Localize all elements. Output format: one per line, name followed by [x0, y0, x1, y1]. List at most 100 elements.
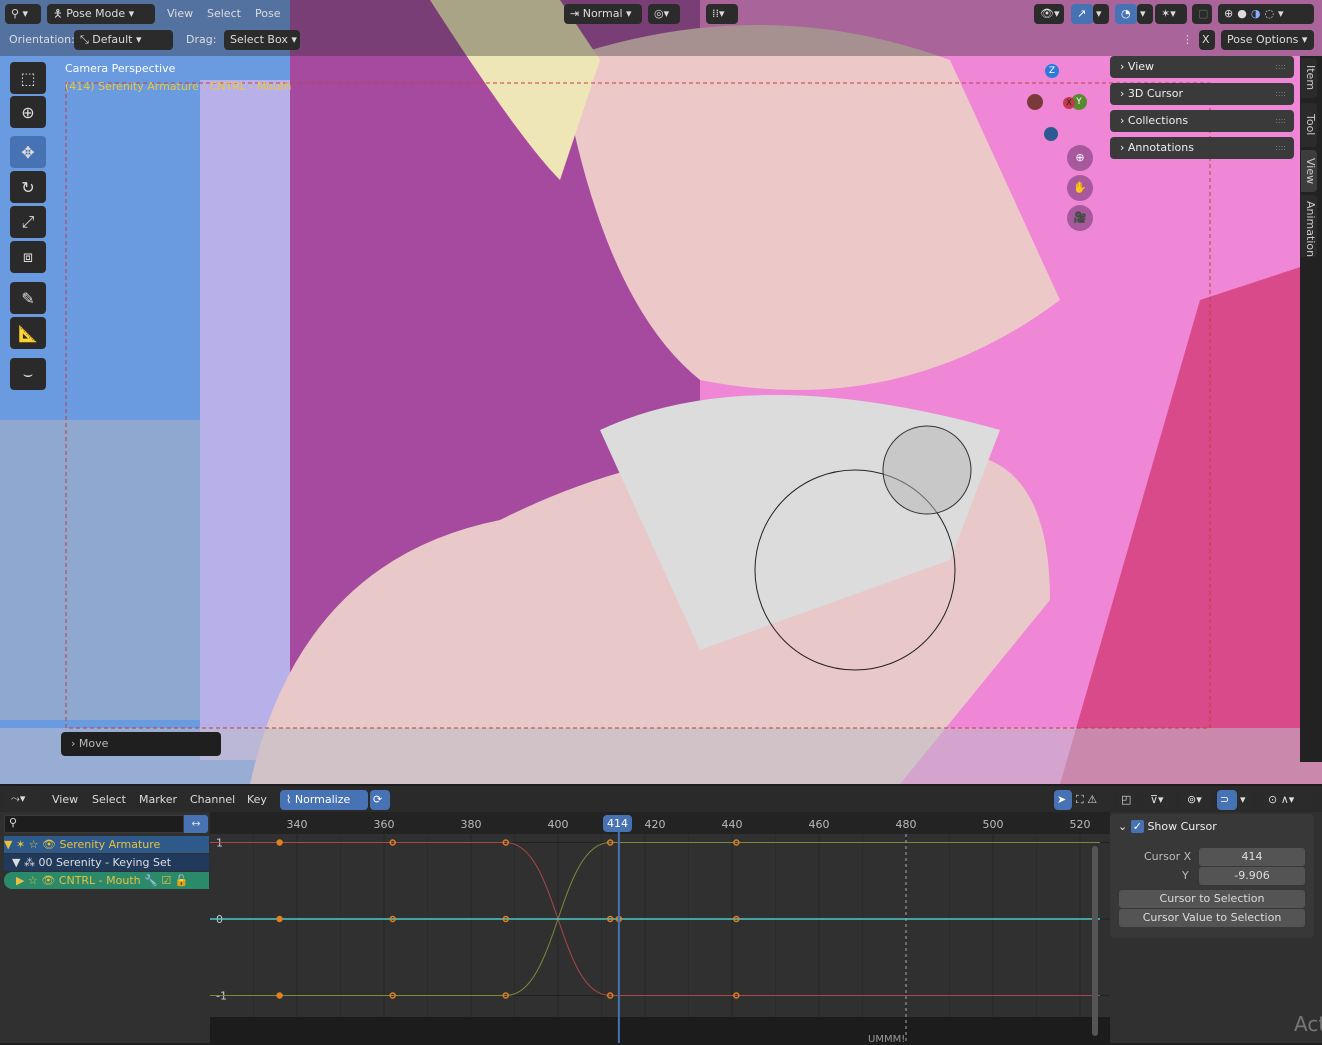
cursor-x-field[interactable]: 414: [1199, 848, 1305, 866]
cursor-x-label: Cursor X: [1144, 850, 1192, 863]
marker-label: UMMM!: [868, 1034, 906, 1045]
cursor-value-to-selection-button[interactable]: Cursor Value to Selection: [1119, 909, 1305, 927]
filter-dropdown[interactable]: ⊽▾: [1144, 790, 1176, 810]
menu-channel[interactable]: Channel: [190, 790, 235, 810]
bone-overlay-dropdown[interactable]: ✶▾: [1155, 4, 1187, 24]
frame-tick: 340: [287, 818, 308, 831]
show-cursor-checkbox[interactable]: ⌄ ✓ Show Cursor: [1118, 820, 1217, 833]
panel-annotations[interactable]: › Annotations::::: [1110, 137, 1294, 159]
editor-type-button[interactable]: ⚲ ▾: [5, 4, 41, 24]
channel-serenity-armature[interactable]: ▼ ✶ ☆ 👁 Serenity Armature: [4, 836, 209, 853]
overlay-dropdown[interactable]: ▾: [1137, 4, 1153, 24]
gizmo-neg-z[interactable]: [1044, 127, 1058, 141]
bone-envelope-icon[interactable]: ⌣: [10, 358, 46, 390]
snap-dropdown[interactable]: ⁞⁞▾: [706, 4, 738, 24]
select-box-icon[interactable]: ⬚: [10, 62, 46, 94]
frame-tick: 500: [983, 818, 1004, 831]
last-operator-panel[interactable]: › Move: [61, 732, 221, 756]
rotate-icon[interactable]: ↻: [10, 171, 46, 203]
wireframe-icon[interactable]: ⊕: [1224, 7, 1237, 20]
channel-search-input[interactable]: ⚲: [4, 815, 184, 833]
current-frame-indicator[interactable]: 414: [603, 815, 632, 832]
pose-options-dropdown[interactable]: Pose Options ▾: [1221, 30, 1314, 50]
keyframe-point: [276, 992, 283, 999]
viewport-subtitle: (414) Serenity Armature : CNTRL - Mouth: [65, 80, 292, 93]
scale-icon[interactable]: ⤢: [10, 206, 46, 238]
channel-cntrl-mouth[interactable]: ▶ ☆ 👁 CNTRL - Mouth 🔧 ☑ 🔓: [4, 872, 209, 889]
visibility-dropdown[interactable]: 👁▾: [1034, 4, 1064, 24]
menu-select[interactable]: Select: [92, 790, 126, 810]
channel-keying-set[interactable]: ▼ ⁂ 00 Serenity - Keying Set: [4, 854, 209, 871]
rendered-icon[interactable]: ◌: [1264, 7, 1278, 20]
search-icon: ⚲: [9, 816, 18, 829]
keyframe-point: [276, 839, 283, 846]
cursor-y-label: Y: [1182, 869, 1189, 882]
only-selected-icon[interactable]: ➤: [1054, 790, 1072, 810]
frame-tick: 360: [374, 818, 395, 831]
gizmo-x-axis[interactable]: X: [1063, 97, 1075, 109]
3d-viewport[interactable]: ⚲ ▾ 🯅 Pose Mode ▾ View Select Pose ⇥ Nor…: [0, 0, 1322, 784]
frame-tick: 400: [548, 818, 569, 831]
pan-hand-icon[interactable]: ✋: [1067, 175, 1093, 201]
normalize-view-icon[interactable]: ◰: [1118, 790, 1138, 810]
menu-marker[interactable]: Marker: [139, 790, 177, 810]
transform-orientation-dropdown[interactable]: ⇥ Normal ▾: [564, 4, 642, 24]
snap-icon[interactable]: ⊃: [1217, 790, 1237, 810]
gizmo-dropdown[interactable]: ▾: [1093, 4, 1109, 24]
solid-icon[interactable]: ●: [1237, 7, 1251, 20]
menu-select[interactable]: Select: [207, 4, 241, 24]
cursor-y-field[interactable]: -9.906: [1199, 867, 1305, 885]
measure-icon[interactable]: 📐: [10, 317, 46, 349]
mode-dropdown[interactable]: 🯅 Pose Mode ▾: [47, 4, 155, 24]
pivot-dropdown[interactable]: ◎▾: [648, 4, 680, 24]
frame-tick: 420: [645, 818, 666, 831]
orientation-label: Orientation:: [9, 33, 75, 46]
menu-view[interactable]: View: [167, 4, 193, 24]
transform-icon[interactable]: ⧈: [10, 241, 46, 273]
camera-icon[interactable]: 🎥: [1067, 205, 1093, 231]
tab-animation[interactable]: Animation: [1301, 195, 1317, 257]
vertical-scrollbar[interactable]: [1092, 846, 1098, 1036]
move-icon[interactable]: ✥: [10, 136, 46, 168]
gizmo-z-axis[interactable]: Z: [1045, 64, 1059, 78]
mirror-icon[interactable]: ⋮: [1176, 30, 1198, 50]
drag-dropdown[interactable]: Select Box ▾: [224, 30, 300, 50]
pivot-dropdown[interactable]: ⊚▾: [1181, 790, 1213, 810]
swap-filter-icon[interactable]: ↔: [184, 815, 208, 833]
menu-pose[interactable]: Pose: [255, 4, 280, 24]
panel-collections[interactable]: › Collections::::: [1110, 110, 1294, 132]
material-icon[interactable]: ◑: [1251, 7, 1265, 20]
keyframe-point: [276, 915, 283, 923]
frame-tick: 480: [896, 818, 917, 831]
tab-view[interactable]: View: [1301, 150, 1317, 192]
editor-type-button[interactable]: ⤳▾: [5, 789, 41, 809]
frame-tick: 440: [722, 818, 743, 831]
x-mirror-toggle[interactable]: X: [1199, 30, 1215, 50]
snap-dropdown[interactable]: ▾: [1237, 790, 1253, 810]
cursor-icon[interactable]: ⊕: [10, 96, 46, 128]
gizmo-toggle[interactable]: ↗: [1071, 4, 1093, 24]
shading-buttons[interactable]: ⊕●◑◌▾: [1218, 4, 1314, 24]
panel-3d-cursor[interactable]: › 3D Cursor::::: [1110, 83, 1294, 105]
overlay-toggle[interactable]: ◔: [1115, 4, 1137, 24]
tab-item[interactable]: Item: [1301, 58, 1317, 98]
tab-tool[interactable]: Tool: [1301, 103, 1317, 147]
orientation-dropdown[interactable]: ⤡ Default ▾: [74, 30, 173, 50]
zoom-icon[interactable]: ⊕: [1067, 145, 1093, 171]
marker-strip: [210, 1017, 1110, 1043]
menu-key[interactable]: Key: [247, 790, 267, 810]
filter-icons[interactable]: ⛶ ⚠: [1073, 790, 1113, 810]
normalize-toggle[interactable]: ⌇ Normalize: [280, 790, 368, 810]
gizmo-neg-x[interactable]: [1027, 94, 1043, 110]
xray-toggle[interactable]: ▢: [1192, 4, 1212, 24]
frame-tick: 460: [809, 818, 830, 831]
viewport-title: Camera Perspective: [65, 62, 176, 75]
annotate-icon[interactable]: ✎: [10, 282, 46, 314]
cursor-to-selection-button[interactable]: Cursor to Selection: [1119, 890, 1305, 908]
auto-normalize-icon[interactable]: ⟳: [370, 790, 390, 810]
graph-area[interactable]: 340 360 380 400 420 440 460 480 500 52010-1: [210, 812, 1110, 1043]
frame-tick: 380: [461, 818, 482, 831]
menu-view[interactable]: View: [52, 790, 78, 810]
proportional-edit[interactable]: ⊙ ∧▾: [1262, 790, 1314, 810]
panel-view[interactable]: › View::::: [1110, 56, 1294, 78]
